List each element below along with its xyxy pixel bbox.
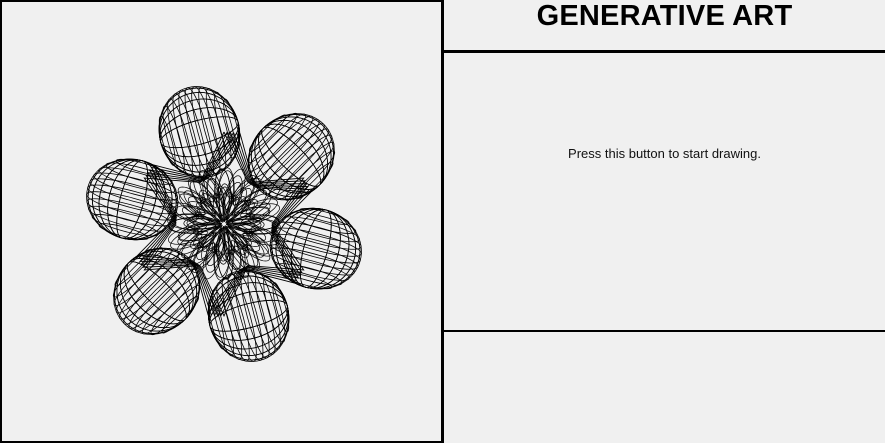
control-panel: Press this button to start drawing. — [444, 53, 885, 332]
lower-panel — [444, 332, 885, 443]
petal-lobe — [86, 158, 179, 241]
header: GENERATIVE ART — [444, 0, 885, 53]
spirograph-artwork — [86, 86, 362, 362]
drawing-canvas[interactable] — [0, 0, 444, 443]
page-title: GENERATIVE ART — [536, 0, 793, 32]
petal-lobe — [269, 207, 362, 290]
generative-art-app: GENERATIVE ART Press this button to star… — [0, 0, 885, 443]
start-drawing-button[interactable]: Press this button to start drawing. — [444, 146, 885, 161]
